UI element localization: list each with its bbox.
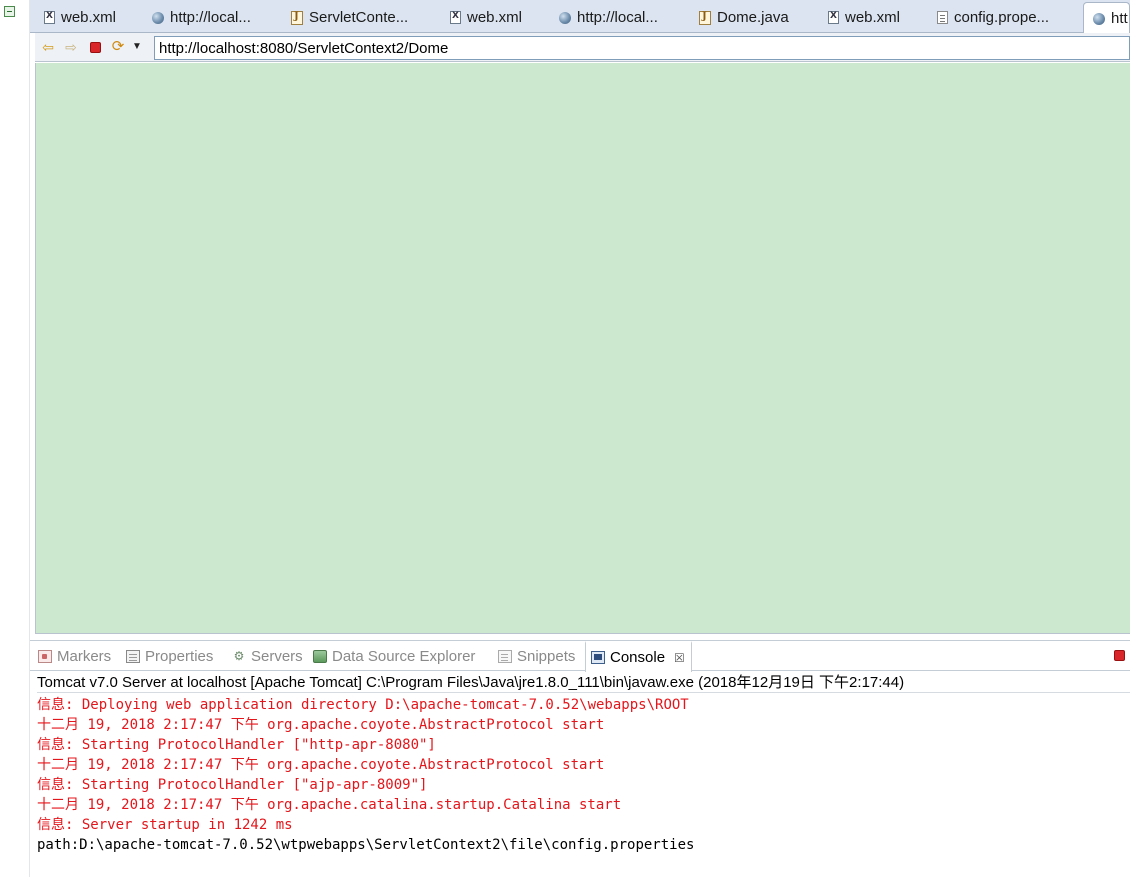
view-tab-data-source-explorer[interactable]: Data Source Explorer: [313, 641, 475, 672]
console-line: 信息: Starting ProtocolHandler ["ajp-apr-8…: [37, 777, 428, 793]
view-tab-label: Servers: [251, 648, 303, 665]
editor-tab-http-local-2[interactable]: http://local...: [550, 2, 680, 33]
servers-icon: ⚙: [233, 649, 245, 663]
close-icon[interactable]: ☒: [674, 651, 685, 665]
editor-tab-label: Dome.java: [717, 9, 789, 26]
view-tab-console[interactable]: Console ☒: [585, 641, 692, 672]
view-tab-properties[interactable]: Properties: [126, 641, 213, 672]
editor-tab-label: web.xml: [467, 9, 523, 26]
collapse-icon[interactable]: [4, 6, 15, 17]
globe-icon: [1093, 12, 1105, 25]
console-line: 信息: Deploying web application directory …: [37, 697, 689, 713]
editor-tab-active-browser[interactable]: htt: [1083, 2, 1130, 34]
editor-tab-label: web.xml: [61, 9, 117, 26]
editor-tab-label: http://local...: [577, 9, 658, 26]
editor-tab-bar: web.xml http://local... ServletConte... …: [30, 0, 1130, 34]
editor-tab-label: htt: [1111, 10, 1128, 27]
data-source-explorer-icon: [313, 650, 327, 663]
editor-tab-label: ServletConte...: [309, 9, 409, 26]
console-icon: [591, 651, 605, 664]
markers-icon: [38, 650, 52, 663]
forward-arrow-icon[interactable]: ⇨: [63, 39, 79, 55]
url-input[interactable]: [154, 36, 1130, 60]
console-process-header: Tomcat v7.0 Server at localhost [Apache …: [37, 673, 1130, 693]
view-tab-markers[interactable]: Markers: [38, 641, 111, 672]
view-tab-label: Data Source Explorer: [332, 648, 476, 665]
editor-tab-web-xml-2[interactable]: web.xml: [441, 2, 546, 33]
console-output[interactable]: 信息: Deploying web application directory …: [37, 695, 1130, 855]
properties-icon: [126, 650, 140, 663]
view-tab-servers[interactable]: ⚙ Servers: [232, 641, 303, 672]
view-tab-label: Properties: [145, 648, 214, 665]
editor-tab-label: web.xml: [845, 9, 901, 26]
refresh-icon[interactable]: ⟳: [110, 39, 126, 55]
editor-tab-label: config.prope...: [954, 9, 1050, 26]
view-tab-label: Markers: [57, 648, 112, 665]
console-line: 十二月 19, 2018 2:17:47 下午 org.apache.coyot…: [37, 757, 605, 773]
stop-icon[interactable]: [87, 39, 103, 55]
terminate-icon[interactable]: [1114, 650, 1125, 661]
view-tab-label: Console: [610, 649, 666, 666]
console-line: 信息: Server startup in 1242 ms: [37, 817, 293, 833]
editor-tab-servletcontext[interactable]: ServletConte...: [282, 2, 432, 33]
snippets-icon: [498, 650, 512, 663]
java-file-icon: [291, 10, 303, 25]
console-line: 十二月 19, 2018 2:17:47 下午 org.apache.catal…: [37, 797, 622, 813]
globe-icon: [559, 11, 571, 24]
properties-file-icon: [937, 11, 948, 24]
view-tab-snippets[interactable]: Snippets: [498, 641, 575, 672]
xml-file-icon: [450, 11, 461, 24]
java-file-icon: [699, 10, 711, 25]
editor-tab-label: http://local...: [170, 9, 251, 26]
editor-tab-dome-java[interactable]: Dome.java: [690, 2, 810, 33]
browser-toolbar: ⇦ ⇨ ⟳ ▼: [35, 33, 1130, 62]
editor-tab-web-xml-1[interactable]: web.xml: [35, 2, 140, 33]
xml-file-icon: [828, 11, 839, 24]
editor-tab-web-xml-3[interactable]: web.xml: [819, 2, 924, 33]
editor-tab-config-properties[interactable]: config.prope...: [928, 2, 1078, 33]
console-line: path:D:\apache-tomcat-7.0.52\wtpwebapps\…: [37, 837, 695, 853]
globe-icon: [152, 11, 164, 24]
view-tab-bar: Markers Properties ⚙ Servers Data Source…: [30, 640, 1130, 672]
browser-content-area[interactable]: [35, 63, 1130, 634]
left-gutter: [0, 0, 30, 877]
dropdown-arrow-icon[interactable]: ▼: [131, 39, 143, 55]
view-tab-label: Snippets: [517, 648, 576, 665]
back-arrow-icon[interactable]: ⇦: [40, 39, 56, 55]
console-line: 十二月 19, 2018 2:17:47 下午 org.apache.coyot…: [37, 717, 605, 733]
xml-file-icon: [44, 11, 55, 24]
console-line: 信息: Starting ProtocolHandler ["http-apr-…: [37, 737, 436, 753]
editor-tab-http-local-1[interactable]: http://local...: [143, 2, 273, 33]
